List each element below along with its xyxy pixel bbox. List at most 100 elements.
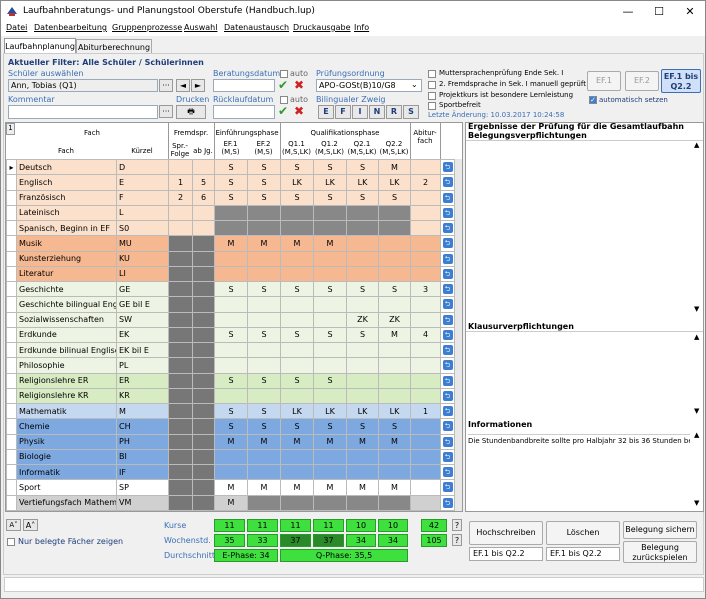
reset-arrow-icon[interactable]: ⮌ [442,192,453,203]
ab-jg-cell[interactable] [192,463,215,481]
reset-arrow-icon[interactable]: ⮌ [442,268,453,279]
course-cell[interactable]: S [214,280,248,298]
course-cell[interactable] [247,341,281,359]
course-cell[interactable] [280,448,314,466]
bilingual-n-button[interactable]: N [369,105,385,119]
ab-jg-cell[interactable] [192,219,215,237]
course-cell[interactable]: LK [280,402,314,420]
course-cell[interactable] [313,250,347,267]
course-cell[interactable] [313,494,347,511]
row-action[interactable]: ⮌ [440,387,455,405]
table-row[interactable]: Mathematik M S S LK LK LK LK 1 ⮌ [6,402,455,420]
abitur-cell[interactable] [410,433,441,450]
course-cell[interactable]: S [247,189,281,206]
course-cell[interactable]: M [313,433,347,450]
course-cell[interactable] [378,387,411,405]
course-cell[interactable] [378,494,411,511]
abitur-cell[interactable]: 1 [410,402,441,420]
menu-druckausgabe[interactable]: Druckausgabe [293,23,351,32]
course-cell[interactable]: M [280,479,314,496]
table-row[interactable]: Englisch E 1 5 S S LK LK LK LK 2 ⮌ [6,174,455,191]
spr-folge-cell[interactable] [168,204,193,222]
course-cell[interactable]: LK [280,174,314,191]
course-cell[interactable] [214,448,248,466]
row-action[interactable]: ⮌ [440,296,455,313]
course-cell[interactable] [280,357,314,374]
phase-all-button[interactable]: EF.1 bis Q2.2 [661,69,701,93]
course-cell[interactable] [280,387,314,405]
belegung-zurueck-button[interactable]: Belegung zurückspielen [623,541,697,563]
klausur-scroll-up[interactable]: ▲ [694,333,699,341]
abitur-cell[interactable] [410,448,441,466]
print-button[interactable]: 🖶 [176,105,206,119]
row-action[interactable]: ⮌ [440,235,455,252]
course-cell[interactable] [214,250,248,267]
spr-folge-cell[interactable] [168,372,193,389]
belegung-scroll-down[interactable]: ▼ [694,305,699,313]
course-cell[interactable] [346,235,379,252]
menu-info[interactable]: Info [354,23,369,32]
table-row[interactable]: Religionslehre ER ER S S S S ⮌ [6,372,455,389]
course-cell[interactable]: M [378,158,411,176]
course-cell[interactable]: M [280,433,314,450]
course-cell[interactable]: S [214,189,248,206]
course-cell[interactable] [247,250,281,267]
course-cell[interactable] [346,341,379,359]
spr-folge-cell[interactable] [168,311,193,328]
course-cell[interactable] [313,341,347,359]
table-row[interactable]: Chemie CH S S S S S S ⮌ [6,418,455,435]
course-cell[interactable] [313,204,347,222]
info-scroll-down[interactable]: ▼ [694,499,699,507]
student-select[interactable]: Ann, Tobias (Q1) [8,79,158,92]
course-cell[interactable] [346,448,379,466]
menu-auswahl[interactable]: Auswahl [184,23,217,32]
reset-arrow-icon[interactable]: ⮌ [442,467,453,478]
reset-arrow-icon[interactable]: ⮌ [442,238,453,249]
abitur-cell[interactable] [410,311,441,328]
course-cell[interactable] [214,387,248,405]
course-cell[interactable] [280,296,314,313]
row-action[interactable]: ⮌ [440,158,455,176]
abitur-cell[interactable] [410,341,441,359]
option-checkbox-1[interactable] [428,70,436,78]
ab-jg-cell[interactable] [192,494,215,511]
course-cell[interactable] [346,463,379,481]
course-cell[interactable]: M [378,479,411,496]
course-cell[interactable] [247,265,281,283]
abitur-cell[interactable] [410,219,441,237]
reset-arrow-icon[interactable]: ⮌ [442,253,453,264]
course-cell[interactable] [313,463,347,481]
course-cell[interactable]: M [378,326,411,344]
reset-arrow-icon[interactable]: ⮌ [442,329,453,340]
spr-folge-cell[interactable] [168,219,193,237]
course-cell[interactable] [280,494,314,511]
spr-folge-cell[interactable] [168,280,193,298]
maximize-button[interactable]: ☐ [644,3,674,20]
course-cell[interactable] [247,204,281,222]
course-cell[interactable] [346,387,379,405]
pruefung-select[interactable]: APO-GOSt(B)10/G8 [316,79,422,92]
option-checkbox-4[interactable] [428,102,436,110]
abitur-cell[interactable] [410,387,441,405]
course-cell[interactable]: M [214,433,248,450]
table-row[interactable]: Lateinisch L ⮌ [6,204,455,222]
bilingual-f-button[interactable]: F [335,105,351,119]
abitur-cell[interactable] [410,158,441,176]
course-cell[interactable]: S [313,418,347,435]
course-cell[interactable] [280,311,314,328]
abitur-cell[interactable] [410,479,441,496]
prev-student-button[interactable]: ◄ [176,79,190,92]
course-cell[interactable] [313,296,347,313]
course-cell[interactable]: LK [313,174,347,191]
spr-folge-cell[interactable] [168,296,193,313]
course-cell[interactable] [280,265,314,283]
row-action[interactable]: ⮌ [440,280,455,298]
bilingual-r-button[interactable]: R [386,105,402,119]
table-row[interactable]: Sport SP M M M M M M ⮌ [6,479,455,496]
next-student-button[interactable]: ► [191,79,205,92]
spr-folge-cell[interactable]: 1 [168,174,193,191]
course-cell[interactable]: M [346,433,379,450]
table-row[interactable]: Biologie BI ⮌ [6,448,455,466]
row-action[interactable]: ⮌ [440,357,455,374]
reset-arrow-icon[interactable]: ⮌ [442,497,453,508]
